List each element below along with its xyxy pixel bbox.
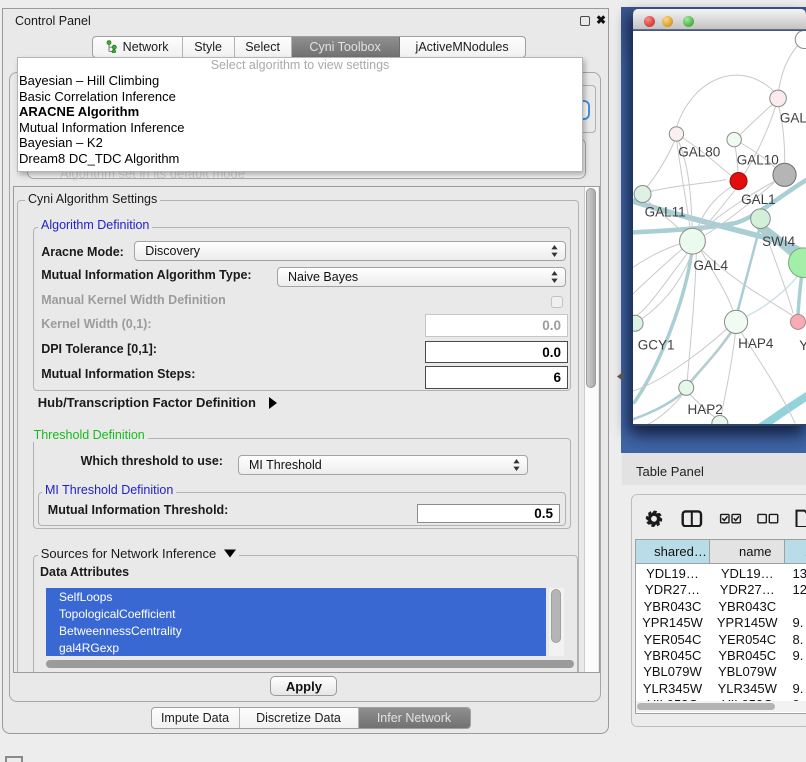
svg-text:GAL4: GAL4 <box>694 258 729 273</box>
svg-text:GAL8: GAL8 <box>780 111 806 126</box>
svg-text:HAP4: HAP4 <box>738 336 774 351</box>
svg-text:GAL11: GAL11 <box>645 205 686 220</box>
svg-text:GAL1: GAL1 <box>741 192 776 207</box>
svg-text:HAP2: HAP2 <box>688 402 723 417</box>
svg-text:Y: Y <box>799 338 806 353</box>
svg-text:GCY1: GCY1 <box>638 338 675 353</box>
svg-text:SWI4: SWI4 <box>762 234 795 249</box>
svg-text:GAL10: GAL10 <box>737 153 779 168</box>
svg-text:GAL80: GAL80 <box>678 145 720 160</box>
